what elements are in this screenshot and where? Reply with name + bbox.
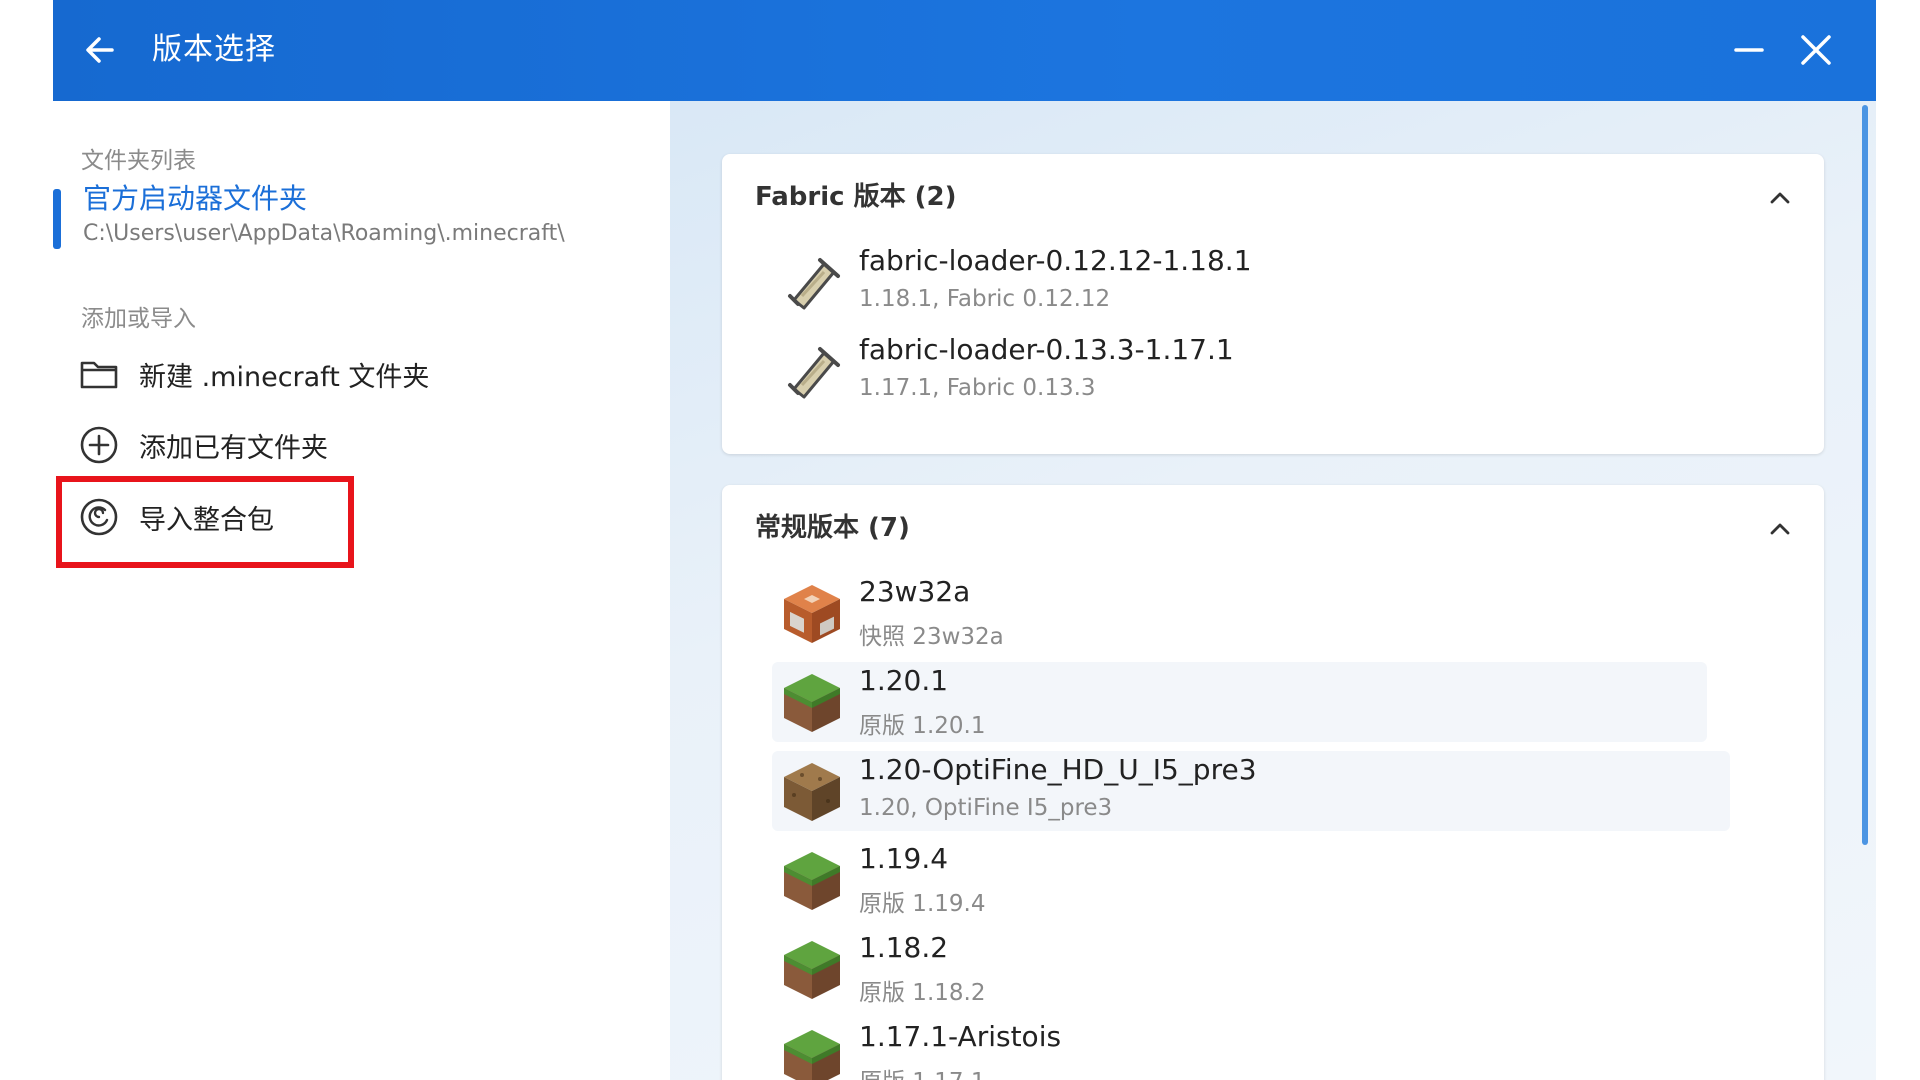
folder-icon: [77, 352, 121, 396]
version-list-area: Fabric 版本 (2) fabric-loader-0.12.12-1.18…: [670, 101, 1876, 1080]
version-item[interactable]: 1.18.2 原版 1.18.2: [772, 929, 1752, 1009]
version-subtitle: 1.17.1, Fabric 0.13.3: [859, 375, 1096, 401]
version-name: fabric-loader-0.13.3-1.17.1: [859, 333, 1234, 366]
page-title: 版本选择: [152, 32, 276, 67]
version-subtitle: 原版 1.19.4: [859, 891, 986, 917]
arrow-left-icon: [86, 37, 114, 63]
scrollbar[interactable]: [1862, 105, 1868, 845]
dirt-block-icon: [784, 763, 840, 821]
folder-list-label: 文件夹列表: [81, 148, 196, 174]
version-item[interactable]: 1.20-OptiFine_HD_U_I5_pre3 1.20, OptiFin…: [772, 751, 1730, 831]
version-name: 1.19.4: [859, 842, 949, 875]
back-button[interactable]: [75, 25, 125, 75]
chevron-up-icon: [1770, 523, 1790, 535]
version-subtitle: 快照 23w32a: [859, 624, 1004, 650]
version-name: 1.20.1: [859, 664, 949, 697]
version-name: 1.20-OptiFine_HD_U_I5_pre3: [859, 753, 1257, 786]
folder-path: C:\Users\user\AppData\Roaming\.minecraft…: [83, 221, 565, 246]
command-block-icon: [784, 585, 840, 643]
version-subtitle: 原版 1.20.1: [859, 713, 986, 739]
add-folder-label: 添加已有文件夹: [139, 432, 328, 464]
grass-block-icon: [784, 674, 840, 732]
version-name: 1.18.2: [859, 931, 949, 964]
version-subtitle: 1.20, OptiFine I5_pre3: [859, 795, 1113, 821]
sidebar: 文件夹列表 官方启动器文件夹 C:\Users\user\AppData\Roa…: [53, 101, 670, 1080]
version-item[interactable]: 1.19.4 原版 1.19.4: [772, 840, 1752, 920]
sidebar-item-official-folder[interactable]: 官方启动器文件夹 C:\Users\user\AppData\Roaming\.…: [83, 181, 643, 251]
version-item[interactable]: fabric-loader-0.13.3-1.17.1 1.17.1, Fabr…: [772, 331, 1752, 411]
version-item[interactable]: 1.17.1-Aristois 原版 1.17.1: [772, 1018, 1752, 1080]
add-import-label: 添加或导入: [81, 306, 196, 332]
active-indicator: [53, 189, 61, 249]
version-item[interactable]: 23w32a 快照 23w32a: [772, 573, 1752, 653]
version-subtitle: 1.18.1, Fabric 0.12.12: [859, 286, 1111, 312]
new-minecraft-folder-button[interactable]: 新建 .minecraft 文件夹: [77, 343, 637, 405]
collapse-regular-button[interactable]: [1764, 513, 1796, 545]
plus-circle-icon: [77, 423, 121, 467]
version-item[interactable]: 1.20.1 原版 1.20.1: [772, 662, 1707, 742]
version-name: 1.17.1-Aristois: [859, 1020, 1062, 1053]
grass-block-icon: [784, 941, 840, 999]
version-name: fabric-loader-0.12.12-1.18.1: [859, 244, 1252, 277]
grass-block-icon: [784, 1030, 840, 1080]
version-select-window: 版本选择 文件夹列表 官方启动器文件夹 C:\Users\user\AppDat…: [53, 0, 1876, 1080]
minimize-icon: [1734, 48, 1764, 52]
new-folder-label: 新建 .minecraft 文件夹: [139, 361, 430, 393]
chevron-up-icon: [1770, 192, 1790, 204]
version-subtitle: 原版 1.18.2: [859, 980, 986, 1006]
add-existing-folder-button[interactable]: 添加已有文件夹: [77, 414, 637, 476]
fabric-scroll-icon: [788, 347, 840, 399]
regular-versions-card: 常规版本 (7) 23w32a 快照 23w32a 1.20.1 原版 1.20…: [722, 485, 1824, 1080]
version-item[interactable]: fabric-loader-0.12.12-1.18.1 1.18.1, Fab…: [772, 242, 1752, 322]
collapse-fabric-button[interactable]: [1764, 182, 1796, 214]
close-button[interactable]: [1791, 25, 1841, 75]
version-subtitle: 原版 1.17.1: [859, 1062, 985, 1080]
version-name: 23w32a: [859, 575, 971, 608]
title-bar: 版本选择: [53, 0, 1876, 101]
card-title: Fabric 版本 (2): [755, 182, 957, 212]
fabric-versions-card: Fabric 版本 (2) fabric-loader-0.12.12-1.18…: [722, 154, 1824, 454]
folder-title: 官方启动器文件夹: [83, 182, 308, 215]
import-modpack-button[interactable]: 导入整合包: [77, 486, 637, 548]
close-icon: [1801, 35, 1831, 65]
import-modpack-label: 导入整合包: [139, 504, 274, 536]
minimize-button[interactable]: [1724, 28, 1774, 72]
modpack-icon: [77, 495, 121, 539]
fabric-scroll-icon: [788, 258, 840, 310]
grass-block-icon: [784, 852, 840, 910]
card-title: 常规版本 (7): [755, 513, 910, 543]
